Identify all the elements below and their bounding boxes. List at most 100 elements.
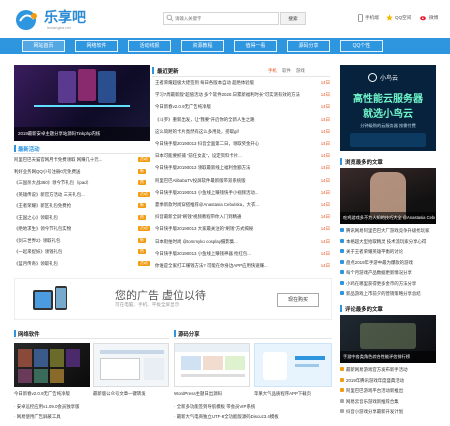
activity-item[interactable]: 阿里巴巴天猫官网月卡免费领取 网赚几十元... bbox=[14, 157, 150, 163]
latest-item[interactable]: 抖音最新全屏“刷钱”视频教程带你入门到精通 bbox=[155, 214, 315, 220]
software-caption-2[interactable]: 最新版公众号文章一键转发 bbox=[93, 391, 169, 397]
hot-item[interactable]: 盘点2019年手游中最为爆款的游戏 bbox=[340, 259, 436, 266]
software-list-item[interactable]: · 安卓远控应用v1.09.0会员独享版 bbox=[14, 404, 169, 410]
qzone-icon bbox=[386, 14, 393, 21]
divider bbox=[152, 76, 330, 77]
latest-item-date: 14日 bbox=[320, 104, 330, 110]
comment-item[interactable]: 阿里巴巴游戏平台活动新推出 bbox=[340, 388, 436, 394]
latest-item[interactable]: 今日新春v2.0.9无广告纯净版 bbox=[155, 104, 315, 110]
mobile-link[interactable]: 手机端 bbox=[358, 14, 379, 22]
source-thumb-1[interactable] bbox=[174, 343, 250, 387]
hot-title: 浏览最多的文章 bbox=[345, 160, 383, 166]
weibo-link[interactable]: 微博 bbox=[420, 14, 438, 21]
latest-item[interactable]: 王者荣耀超极大佬签到 每日各版本自动 超绝体验版 bbox=[155, 80, 315, 86]
latest-item[interactable]: 日本可能要抓捕 “前任女友”，设定资料卡片... bbox=[155, 153, 315, 159]
software-thumb-2[interactable] bbox=[93, 343, 169, 387]
nav-source-code[interactable]: 源码分享 bbox=[287, 40, 330, 52]
activity-item[interactable]: 《绝地求生》领今节礼包实物 bbox=[14, 226, 150, 232]
mobile-link-label: 手机端 bbox=[365, 15, 379, 20]
latest-item-date: 14日 bbox=[320, 189, 330, 195]
source-title-bar bbox=[174, 330, 176, 337]
divider bbox=[174, 338, 332, 339]
latest-item-date: 14日 bbox=[320, 202, 330, 207]
nav-software[interactable]: 网络软件 bbox=[75, 40, 118, 52]
latest-item[interactable]: 今日快手版20190013 小鱼线上赚钱神器 抢红包... bbox=[155, 251, 315, 257]
qzone-link-label: QQ空间 bbox=[395, 14, 412, 20]
buy-now-button[interactable]: 现在购买 bbox=[277, 293, 319, 307]
nav-resources[interactable]: 资源教程 bbox=[181, 40, 224, 52]
activity-item[interactable]: 利好业务网QQ小号注册0元免费送 bbox=[14, 169, 150, 175]
qzone-link[interactable]: QQ空间 bbox=[386, 14, 411, 21]
latest-item-date: 14日 bbox=[320, 238, 330, 244]
divider bbox=[14, 338, 169, 339]
latest-item[interactable]: 阿里巴巴AlibabaTV投屏软件最新版带双系统版 bbox=[155, 178, 315, 184]
latest-tab-mobile[interactable]: 手机 bbox=[268, 68, 277, 74]
comment-item[interactable]: 网易云音乐游戏新推荐合集 bbox=[340, 398, 436, 405]
activity-item[interactable]: 《英雄传说》新官方活动 三天礼包... bbox=[14, 192, 150, 198]
activity-tag: 新 bbox=[138, 237, 146, 243]
devices-icon bbox=[33, 284, 67, 316]
comment-item[interactable]: 最新网易游戏官方发布新手活动 bbox=[340, 367, 436, 373]
comment-item[interactable]: 抖音小游戏分享最新开发计划 bbox=[340, 409, 436, 415]
bullet-icon bbox=[340, 280, 344, 285]
hot-item[interactable]: 小鸡在哪里获得更多金币的方法分享 bbox=[340, 280, 436, 287]
activity-item[interactable]: 《王国之心》领取礼包 bbox=[14, 215, 150, 221]
hot-item[interactable]: 新品游戏上市前夕的营销策略分享总结 bbox=[340, 291, 436, 297]
bullet-icon bbox=[340, 291, 344, 295]
hot-image[interactable]: 吃鸡游戏多不为人知的技巧大全 @Anastasia Cebulska bbox=[340, 168, 436, 224]
search-button[interactable]: 搜索 bbox=[280, 12, 306, 25]
latest-item[interactable]: 日本街拍时尚 @tommyko cosplay摄影集... bbox=[155, 239, 315, 245]
latest-item-date: 14日 bbox=[320, 141, 330, 146]
latest-item[interactable]: 今日快手版20190013 抖音全面第二日，领取奖金开心 bbox=[155, 141, 315, 147]
latest-item-date: 14日 bbox=[320, 177, 330, 183]
comments-title-bar bbox=[340, 305, 342, 312]
logo-text[interactable]: 乐享吧 bbox=[44, 7, 86, 27]
hot-item[interactable]: 每个月游戏产品数据更新情况分享 bbox=[340, 270, 436, 276]
bullet-icon bbox=[340, 228, 344, 232]
comments-title: 评论最多的文章 bbox=[345, 307, 383, 313]
hot-item[interactable]: 本格超大型拾取精灵 技术流玩家分享心得 bbox=[340, 238, 436, 245]
latest-item-date: 14日 bbox=[320, 153, 330, 159]
latest-item[interactable]: 你谁是全家打工赚钱方法? 可能在你身边APP应用快速赚... bbox=[155, 263, 315, 269]
latest-item[interactable]: 《斗罗》重新出发，让“我要”开启你的全新人生之路 bbox=[155, 117, 315, 123]
hot-item[interactable]: 关于王者荣耀英雄平衡的讨论 bbox=[340, 249, 436, 255]
source-thumb-2[interactable] bbox=[254, 343, 332, 387]
nav-qq[interactable]: QQ个性 bbox=[340, 40, 383, 52]
ad-headline: 高性能云服务器 bbox=[353, 94, 423, 105]
comment-item[interactable]: 2019年腾讯游戏年度盛典活动 bbox=[340, 377, 436, 384]
latest-item-date: 14日 bbox=[320, 92, 330, 98]
latest-item-date: 14日 bbox=[320, 165, 330, 171]
activity-item[interactable]: 《蓝月传奇》领取礼包 bbox=[14, 261, 150, 267]
activity-item[interactable]: 《王者荣耀》新区礼包免费抢 bbox=[14, 203, 150, 209]
software-list-item[interactable]: · 网易使用广告屏蔽工具 bbox=[14, 414, 169, 420]
source-list-item[interactable]: · 全新多功能签到导航模板 带会员VIP系统 bbox=[174, 404, 332, 410]
latest-item[interactable]: 今日快手版20190013 大家最关注的“刷钱”方式揭秘 bbox=[155, 226, 315, 232]
hot-item[interactable]: 腾讯网易阿里巴巴大厂游戏竞争升级抢玩家 bbox=[340, 228, 436, 234]
logo-icon[interactable] bbox=[14, 8, 42, 32]
latest-item[interactable]: 这么简陋的卡片竟然有这么多用处，捞取gif bbox=[155, 129, 315, 135]
activity-item[interactable]: 《三国杀大战360》领今节礼包（ipad） bbox=[14, 180, 150, 186]
activity-item[interactable]: 《剑三世界2》领取礼包 bbox=[14, 238, 150, 244]
right-ad[interactable]: 小鸟云 高性能云服务器 就选小鸟云 分钟级购的云服务器 按需付费 bbox=[340, 65, 436, 151]
latest-item[interactable]: 今日快手版20190013 小鱼线上赚钱快手小视频活动... bbox=[155, 190, 315, 196]
rank-icon bbox=[340, 377, 344, 382]
latest-item[interactable]: 学习7周最新版“超值活动 多个软件2020.日累新福利时长”可实测有效的方法 bbox=[155, 92, 315, 98]
latest-tab-software[interactable]: 软件 bbox=[282, 68, 291, 74]
comments-image[interactable]: 手游中各类角色综合性能评估排行榜 bbox=[340, 315, 436, 363]
nav-home[interactable]: 网站首页 bbox=[22, 40, 65, 52]
latest-item[interactable]: 今日快手版20190013 领取最新线上福利金额方法 bbox=[155, 165, 315, 171]
nav-worth-seeing[interactable]: 值得一看 bbox=[234, 40, 277, 52]
latest-item[interactable]: 夏季新款时尚穿搭推荐@Anastasia Cebulska，大衣... bbox=[155, 202, 315, 208]
activity-tag: 活动 bbox=[138, 260, 150, 266]
nav-activity[interactable]: 活动线报 bbox=[128, 40, 171, 52]
activity-item[interactable]: 《一起来捉妖》领钱礼包 bbox=[14, 249, 150, 255]
software-thumb-1[interactable] bbox=[14, 343, 90, 387]
ad-banner[interactable]: 您的广告 虚位以待 可在电脑、手机、平板全屏显示 现在购买 bbox=[14, 278, 332, 320]
software-caption-1[interactable]: 今日新春v2.0.9无广告纯净版 bbox=[14, 391, 90, 397]
search-input[interactable] bbox=[175, 13, 275, 24]
featured-image[interactable]: 2019最新安卓主题分享站源码Tinkphp内核 bbox=[14, 65, 150, 141]
source-list-item[interactable]: · 最新大气电商独立UTF-8全功能版源码Discuz3.4模板 bbox=[174, 414, 332, 420]
latest-tab-games[interactable]: 游戏 bbox=[296, 68, 305, 74]
source-caption-2[interactable]: 苹果大气品质程序APP下载页 bbox=[254, 391, 332, 397]
source-caption-1[interactable]: WordPress主题日出源码 bbox=[174, 391, 250, 397]
